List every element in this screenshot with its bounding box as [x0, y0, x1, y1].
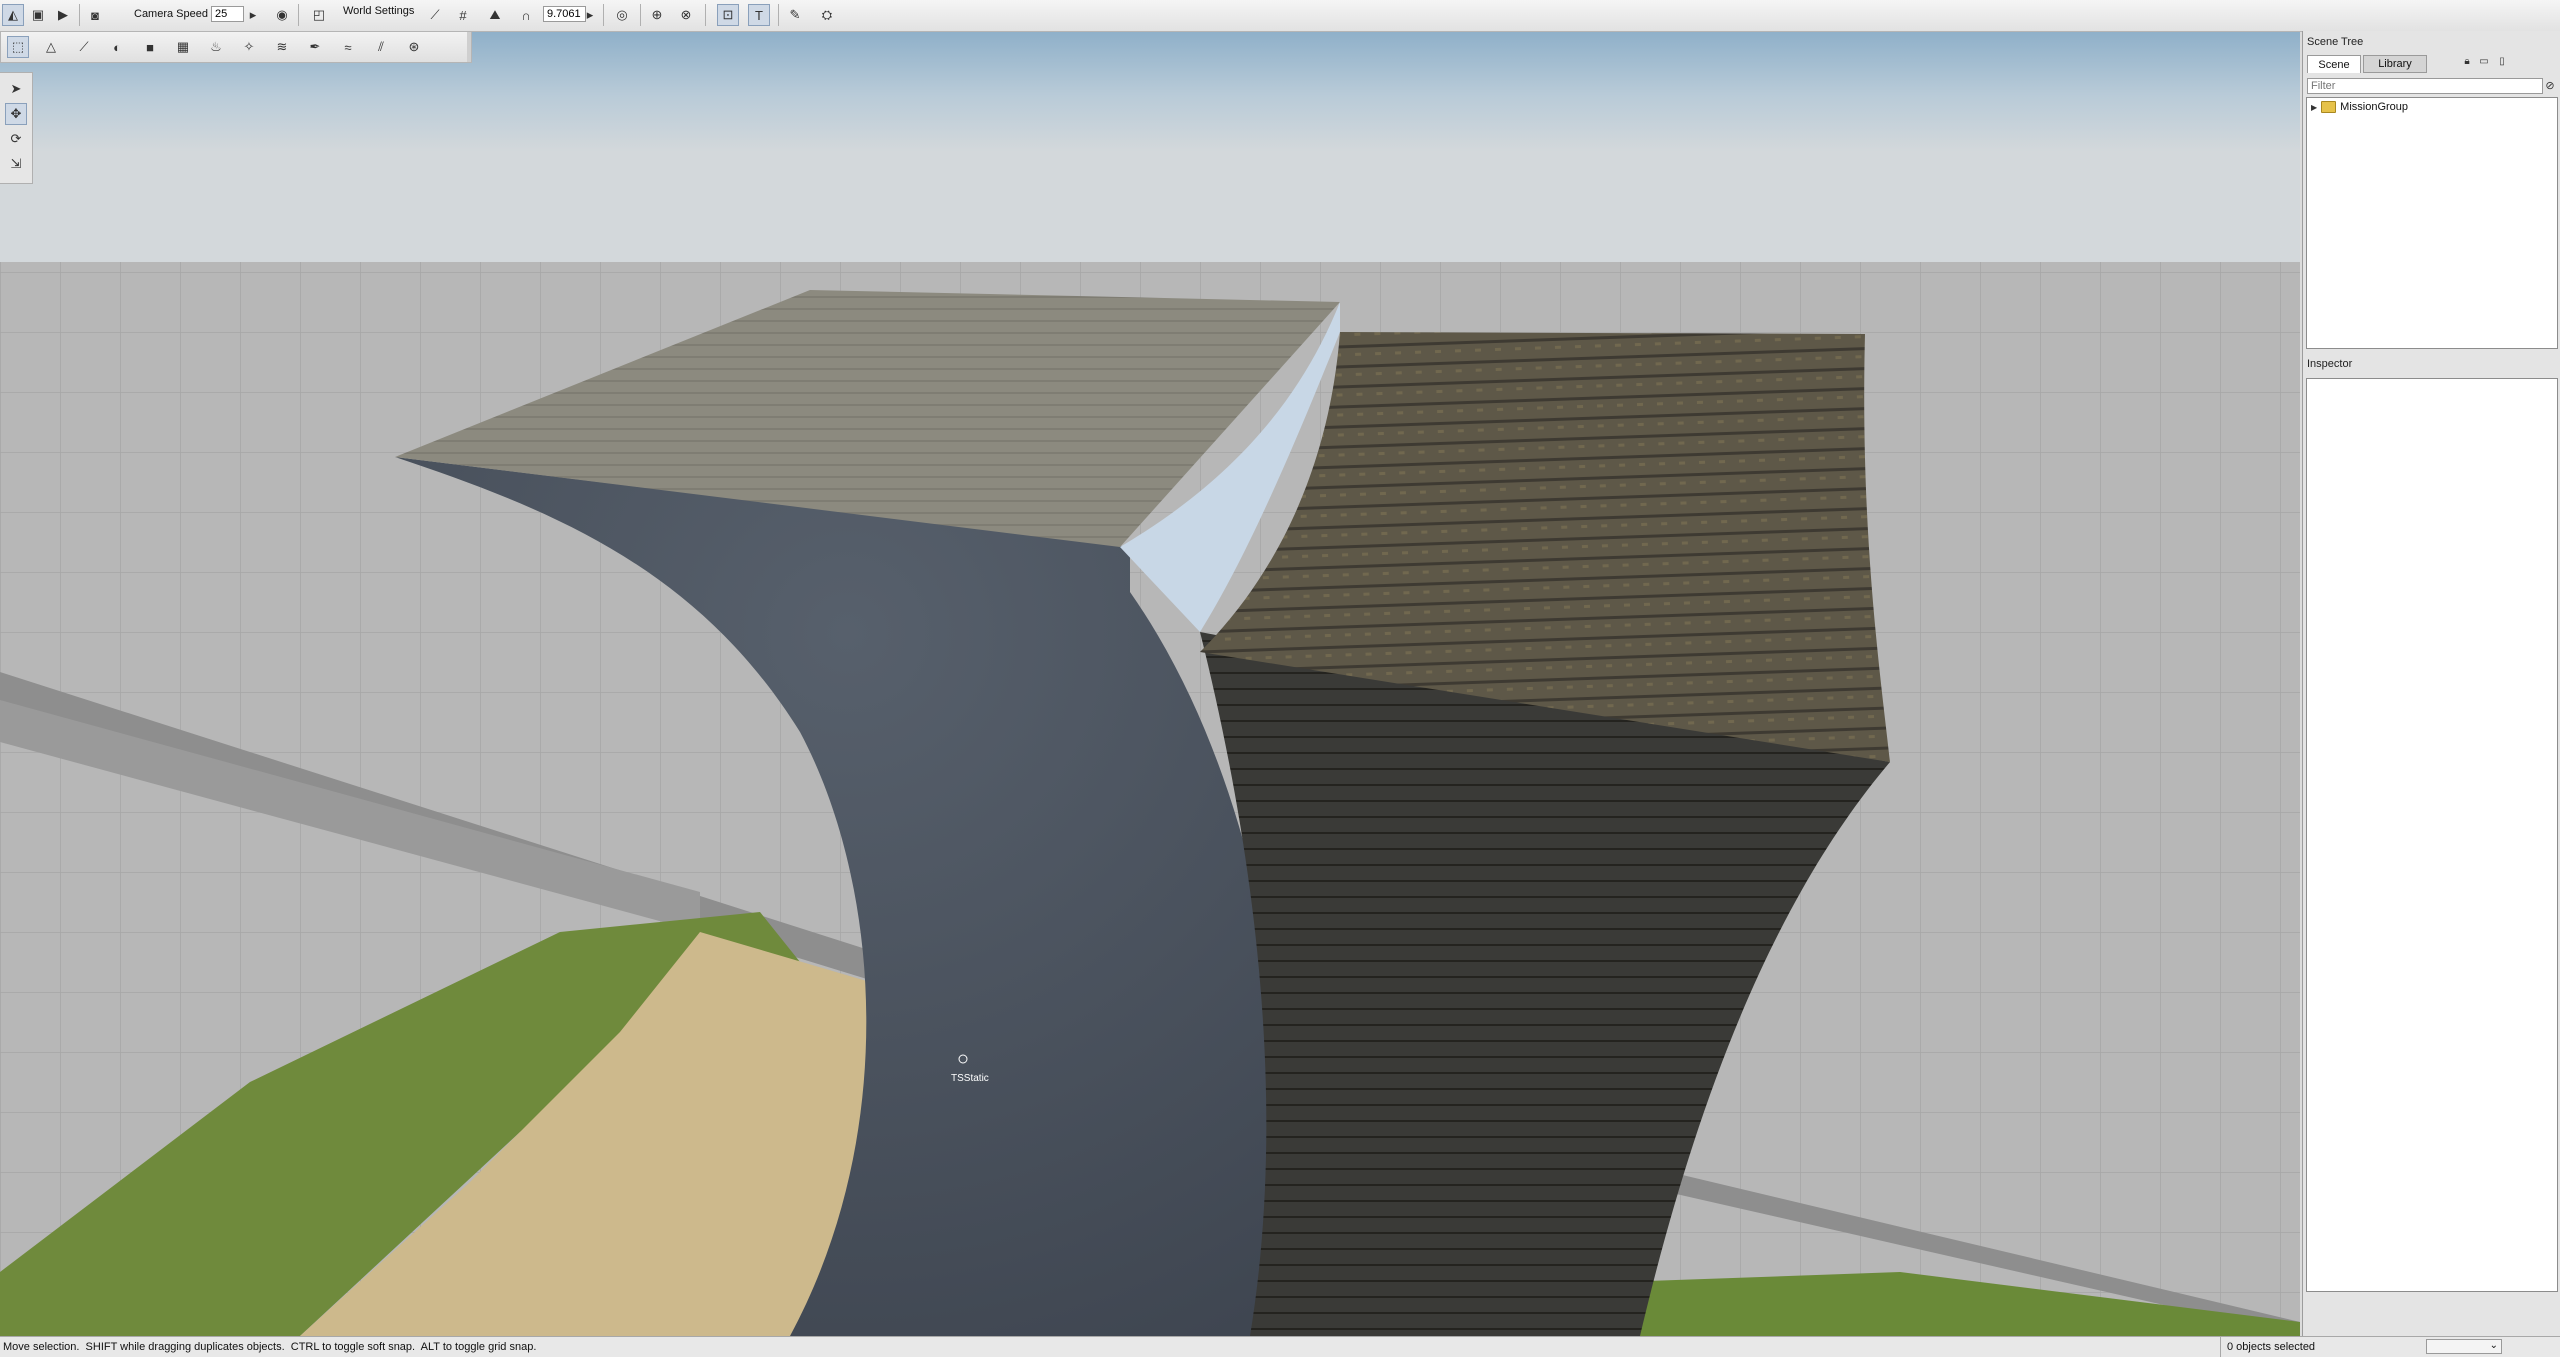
- play-icon[interactable]: ▶: [52, 4, 74, 26]
- status-dropdown[interactable]: ⌄: [2426, 1339, 2502, 1354]
- grid-snap-icon[interactable]: #: [452, 4, 474, 26]
- terrain-snap-icon[interactable]: ⛰: [484, 4, 506, 26]
- new-folder-icon[interactable]: ▭: [2476, 53, 2492, 69]
- scene-tree: ▶ MissionGroup: [2306, 97, 2558, 349]
- tab-scene[interactable]: Scene: [2307, 55, 2361, 73]
- datablock-editor-icon[interactable]: ⛭: [816, 4, 838, 26]
- move-tool-icon[interactable]: ✥: [5, 103, 27, 125]
- inspector-panel: [2306, 378, 2558, 1292]
- tree-item-missiongroup[interactable]: ▶ MissionGroup: [2311, 101, 2408, 113]
- forest-icon[interactable]: ✧: [238, 36, 260, 58]
- svg-text:TSStatic: TSStatic: [951, 1073, 989, 1084]
- mesh-road-icon[interactable]: ≋: [271, 36, 293, 58]
- right-panel: Scene Tree Scene Library 🔒︎ ▭ ▯ ⊘ ▶ Miss…: [2302, 31, 2560, 1336]
- status-hint: Move selection. SHIFT while dragging dup…: [3, 1341, 537, 1353]
- snap-value-input[interactable]: [543, 6, 586, 22]
- select-arrow-icon[interactable]: ➤: [5, 78, 27, 100]
- world-editor-icon[interactable]: ◭: [2, 4, 24, 26]
- toolbar-drag-handle[interactable]: [467, 32, 471, 62]
- chevron-down-icon: ⌄: [2489, 1340, 2498, 1351]
- delete-icon[interactable]: ▯: [2494, 53, 2510, 69]
- fit-view-icon[interactable]: ◰: [308, 4, 330, 26]
- material-cube-icon[interactable]: ■: [139, 36, 161, 58]
- snap-value-arrow-icon[interactable]: ▸: [584, 4, 596, 26]
- object-origin-icon[interactable]: ◎: [611, 4, 633, 26]
- sky-icon[interactable]: ◐: [106, 36, 128, 58]
- terrain-painter-icon[interactable]: ⟋: [73, 36, 95, 58]
- selection-count: 0 objects selected: [2227, 1341, 2316, 1353]
- visibility-eye-icon[interactable]: ◉: [271, 4, 293, 26]
- editor-tools-toolbar: ⬚ △ ⟋ ◐ ■ ▦ ♨ ✧ ≋ ✒ ≈ ⫽ ⊛: [0, 32, 472, 63]
- tool-palette: ➤ ✥ ⟳ ⇲: [0, 72, 33, 184]
- decal-icon[interactable]: ✒: [304, 36, 326, 58]
- tab-library[interactable]: Library: [2363, 55, 2427, 73]
- text-toggle-icon[interactable]: T: [748, 4, 770, 26]
- tree-item-label: MissionGroup: [2340, 101, 2409, 113]
- lock-icon[interactable]: 🔒︎: [2459, 53, 2475, 69]
- inspector-title: Inspector: [2307, 358, 2353, 370]
- main-toolbar: ◭ ▣ ▶ ◙ Camera Speed ▸ ◉ ◰ World Setting…: [0, 0, 2560, 32]
- material-editor-icon[interactable]: ✎: [784, 4, 806, 26]
- folder-icon: [2321, 101, 2337, 113]
- clear-filter-icon[interactable]: ⊘: [2542, 76, 2558, 94]
- road-icon[interactable]: ⫽: [370, 36, 392, 58]
- selection-center-icon[interactable]: ⊕: [646, 4, 668, 26]
- particle-icon[interactable]: ♨: [205, 36, 227, 58]
- filter-input[interactable]: [2307, 78, 2543, 94]
- world-settings-label[interactable]: World Settings: [343, 5, 414, 17]
- camera-speed-label: Camera Speed: [134, 8, 208, 20]
- drop-at-screen-center-icon[interactable]: ⊡: [717, 4, 739, 26]
- scene-tree-title: Scene Tree: [2307, 36, 2364, 48]
- viewport-3d[interactable]: TSStatic: [0, 32, 2300, 1336]
- camera-icon[interactable]: ◙: [84, 4, 106, 26]
- sound-icon[interactable]: ▦: [172, 36, 194, 58]
- magnet-icon[interactable]: ∩: [515, 4, 537, 26]
- object-editor-icon[interactable]: ⬚: [7, 36, 29, 58]
- camera-speed-arrow-icon[interactable]: ▸: [246, 4, 260, 26]
- river-icon[interactable]: ≈: [337, 36, 359, 58]
- expand-arrow-icon[interactable]: ▶: [2311, 103, 2317, 112]
- scene-render[interactable]: TSStatic: [0, 32, 2300, 1336]
- camera-speed-input[interactable]: [211, 6, 244, 22]
- scale-tool-icon[interactable]: ⇲: [5, 153, 27, 175]
- status-bar: Move selection. SHIFT while dragging dup…: [0, 1336, 2560, 1357]
- rotate-tool-icon[interactable]: ⟳: [5, 128, 27, 150]
- snap-to-object-icon[interactable]: ⟋: [424, 4, 446, 26]
- terrain-editor-icon[interactable]: △: [40, 36, 62, 58]
- navmesh-icon[interactable]: ⊛: [403, 36, 425, 58]
- world-transform-icon[interactable]: ⊗: [675, 4, 697, 26]
- gui-editor-icon[interactable]: ▣: [27, 4, 49, 26]
